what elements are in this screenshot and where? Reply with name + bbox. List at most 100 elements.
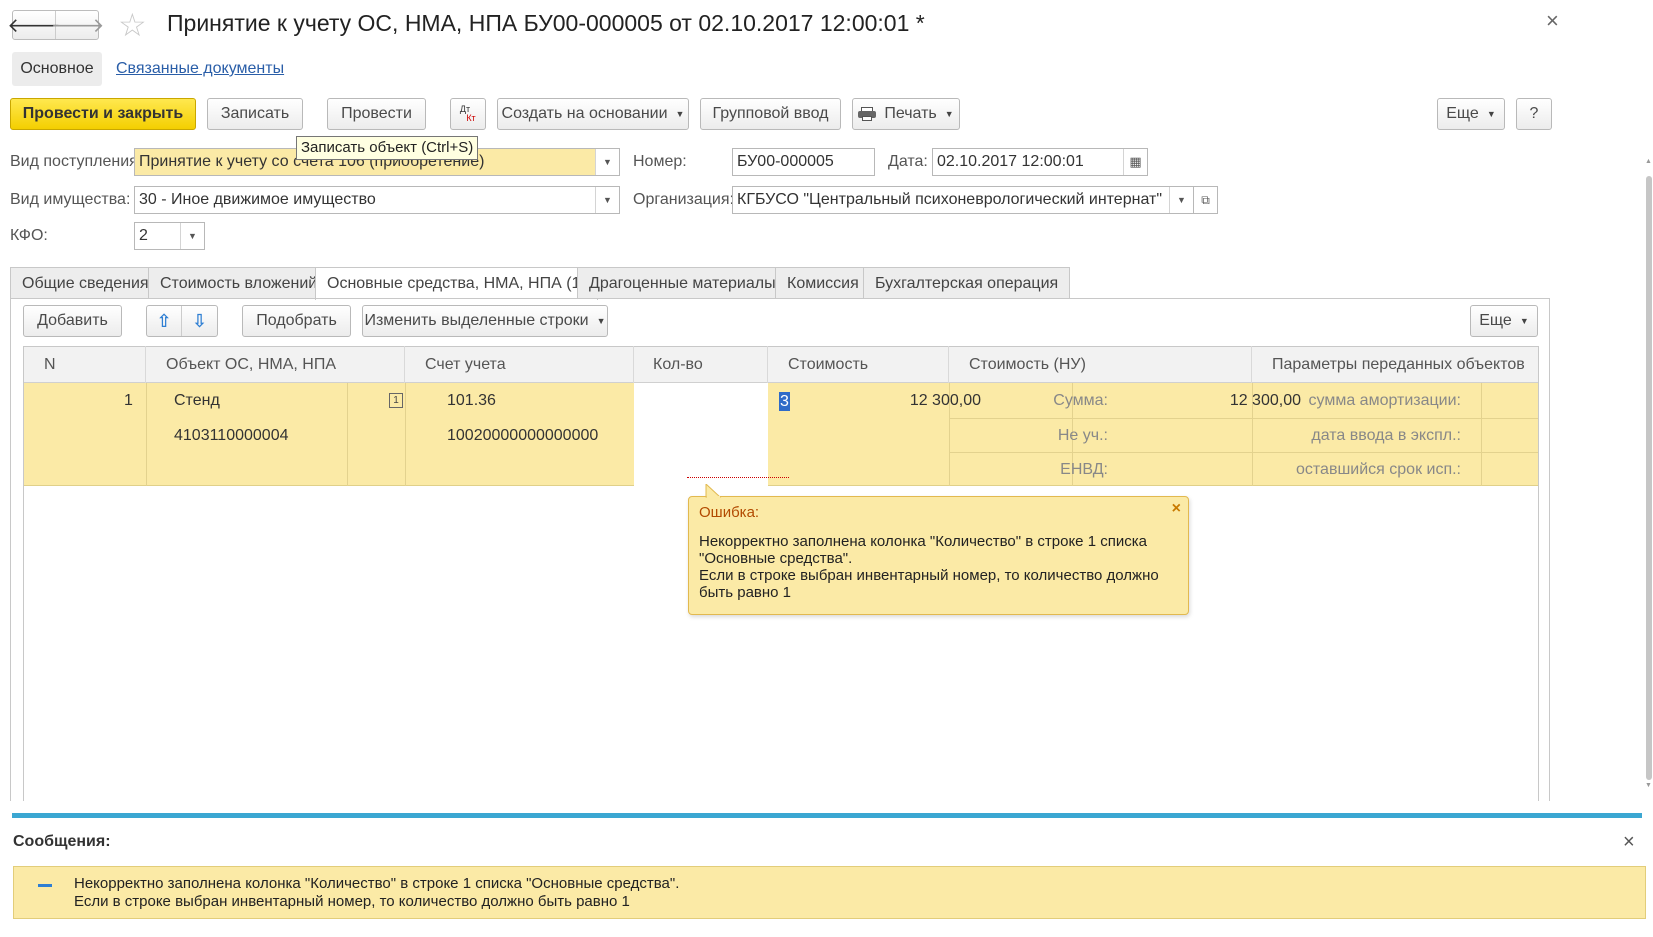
tab-commission[interactable]: Комиссия <box>775 267 871 299</box>
window-title: Принятие к учету ОС, НМА, НПА БУ00-00000… <box>167 10 925 36</box>
message-item[interactable]: Некорректно заполнена колонка "Количеств… <box>13 866 1646 919</box>
pick-button[interactable]: Подобрать <box>242 305 351 337</box>
number-field[interactable]: БУ00-000005 <box>732 148 875 176</box>
forward-button[interactable]: 🡒 <box>51 11 105 39</box>
account-value[interactable]: 101.36 <box>447 392 496 410</box>
date-field[interactable]: 02.10.2017 12:00:01 ▦ <box>932 148 1148 176</box>
chevron-down-icon[interactable]: ▼ <box>180 223 204 249</box>
nu-envd-label: ЕНВД: <box>1060 461 1108 478</box>
more-label: Еще <box>1446 105 1479 122</box>
dt-kt-icon: Дт Кт <box>460 105 476 123</box>
scrollbar-thumb[interactable] <box>1646 176 1652 780</box>
tab-accounting-operation-label: Бухгалтерская операция <box>875 274 1059 292</box>
col-header-cost-nu-label: Стоимость (НУ) <box>969 355 1086 373</box>
property-type-field[interactable]: 30 - Иное движимое имущество ▼ <box>134 186 620 214</box>
tab-precious-materials-label: Драгоценные материалы <box>589 274 776 292</box>
error-popup: Ошибка: × Некорректно заполнена колонка … <box>688 496 1189 615</box>
error-popup-close-icon[interactable]: × <box>1172 500 1181 518</box>
row-subdivider <box>949 418 1538 419</box>
group-input-label: Групповой ввод <box>712 105 829 122</box>
error-popup-pointer <box>705 484 722 498</box>
save-button[interactable]: Записать <box>207 98 303 130</box>
tab-precious-materials[interactable]: Драгоценные материалы <box>577 267 788 299</box>
kfo-field[interactable]: 2 ▼ <box>134 222 205 250</box>
error-popup-line: быть равно 1 <box>699 584 792 601</box>
organization-field[interactable]: КГБУСО "Центральный психоневрологический… <box>732 186 1194 214</box>
print-label: Печать <box>884 105 937 122</box>
chevron-down-icon[interactable]: ▼ <box>595 149 619 175</box>
open-organization-icon[interactable]: ⧉ <box>1193 186 1218 214</box>
row-divider <box>1481 383 1482 486</box>
post-and-close-label: Провести и закрыть <box>22 105 184 122</box>
chevron-down-icon[interactable]: ▼ <box>595 187 619 213</box>
error-popup-text: Некорректно заполнена колонка "Количеств… <box>699 533 1159 601</box>
col-header-cost-nu[interactable]: Стоимость (НУ) <box>949 346 1252 383</box>
tab-investment-cost-label: Стоимость вложений <box>160 274 318 292</box>
message-collapse-icon[interactable] <box>38 884 52 887</box>
calendar-icon[interactable]: ▦ <box>1123 149 1147 175</box>
post-button[interactable]: Провести <box>327 98 426 130</box>
qty-edit-cell[interactable] <box>634 383 768 486</box>
post-and-close-button[interactable]: Провести и закрыть <box>10 98 196 130</box>
col-header-cost-label: Стоимость <box>788 355 869 373</box>
tab-general[interactable]: Общие сведения <box>10 267 161 299</box>
scroll-up-icon[interactable]: ▲ <box>1645 158 1652 165</box>
nav-tab-related-documents[interactable]: Связанные документы <box>116 60 284 78</box>
organization-label: Организация: <box>633 191 734 208</box>
col-header-object[interactable]: Объект ОС, НМА, НПА <box>146 346 405 383</box>
tab-accounting-operation[interactable]: Бухгалтерская операция <box>863 267 1071 299</box>
param-commission-date-label: дата ввода в экспл.: <box>1311 427 1461 444</box>
receipt-type-label: Вид поступления: <box>10 153 143 170</box>
nu-sum-label: Сумма: <box>1053 392 1108 409</box>
dropdown-arrow-icon: ▼ <box>596 316 606 326</box>
error-popup-line: Если в строке выбран инвентарный номер, … <box>699 567 1159 584</box>
tab-fixed-assets[interactable]: Основные средства, НМА, НПА (1) <box>315 267 598 300</box>
more-button[interactable]: Еще ▼ <box>1437 98 1505 130</box>
save-tooltip: Записать объект (Ctrl+S) <box>296 136 479 160</box>
kfo-label: КФО: <box>10 227 48 244</box>
move-up-button[interactable]: ⇧ <box>147 306 182 336</box>
col-header-cost[interactable]: Стоимость <box>768 346 949 383</box>
messages-close-icon[interactable]: × <box>1623 831 1635 854</box>
col-header-n[interactable]: N <box>24 346 146 383</box>
col-header-qty[interactable]: Кол-во <box>634 346 768 383</box>
print-button[interactable]: Печать ▼ <box>852 98 960 130</box>
arrow-up-icon: ⇧ <box>156 310 172 331</box>
inventory-number[interactable]: 4103110000004 <box>174 427 289 445</box>
scroll-down-icon[interactable]: ▼ <box>1645 782 1652 789</box>
col-header-params-label: Параметры переданных объектов <box>1272 355 1525 373</box>
create-based-on-button[interactable]: Создать на основании ▼ <box>497 98 689 130</box>
number-value: БУ00-000005 <box>737 153 834 170</box>
error-popup-line: Некорректно заполнена колонка "Количеств… <box>699 533 1147 550</box>
table-more-label: Еще <box>1479 312 1512 329</box>
nav-tab-main[interactable]: Основное <box>12 52 102 86</box>
scrollbar[interactable]: ▲ ▼ <box>1645 158 1653 793</box>
arrow-right-icon: 🡒 <box>50 14 105 37</box>
favorite-star-icon[interactable]: ☆ <box>118 8 147 42</box>
window-close-icon[interactable]: × <box>1546 8 1559 34</box>
col-header-account[interactable]: Счет учета <box>405 346 634 383</box>
cost-value[interactable]: 12 300,00 <box>910 392 981 410</box>
dropdown-arrow-icon: ▼ <box>675 109 685 119</box>
add-row-button[interactable]: Добавить <box>23 305 122 337</box>
change-rows-button[interactable]: Изменить выделенные строки ▼ <box>362 305 608 337</box>
error-popup-title: Ошибка: <box>699 504 760 521</box>
copy-value-icon[interactable]: 1 <box>389 393 403 408</box>
account-sub-value[interactable]: 10020000000000000 <box>447 427 598 445</box>
nu-sum-value[interactable]: 12 300,00 <box>1230 392 1301 410</box>
dt-kt-button[interactable]: Дт Кт <box>450 98 486 130</box>
date-label: Дата: <box>888 153 928 170</box>
col-header-params[interactable]: Параметры переданных объектов <box>1252 346 1538 383</box>
move-down-button[interactable]: ⇩ <box>182 306 217 336</box>
tab-investment-cost[interactable]: Стоимость вложений <box>148 267 330 299</box>
nu-not-accounted-label: Не уч.: <box>1057 427 1108 444</box>
back-button[interactable]: 🡐 <box>7 11 61 39</box>
object-name[interactable]: Стенд <box>174 392 220 410</box>
help-button[interactable]: ? <box>1516 98 1552 130</box>
qty-input[interactable]: 3 <box>779 392 790 411</box>
table-more-button[interactable]: Еще ▼ <box>1470 305 1538 337</box>
dropdown-arrow-icon: ▼ <box>1486 109 1496 119</box>
chevron-down-icon[interactable]: ▼ <box>1169 187 1193 213</box>
kfo-value: 2 <box>139 227 148 244</box>
group-input-button[interactable]: Групповой ввод <box>700 98 841 130</box>
